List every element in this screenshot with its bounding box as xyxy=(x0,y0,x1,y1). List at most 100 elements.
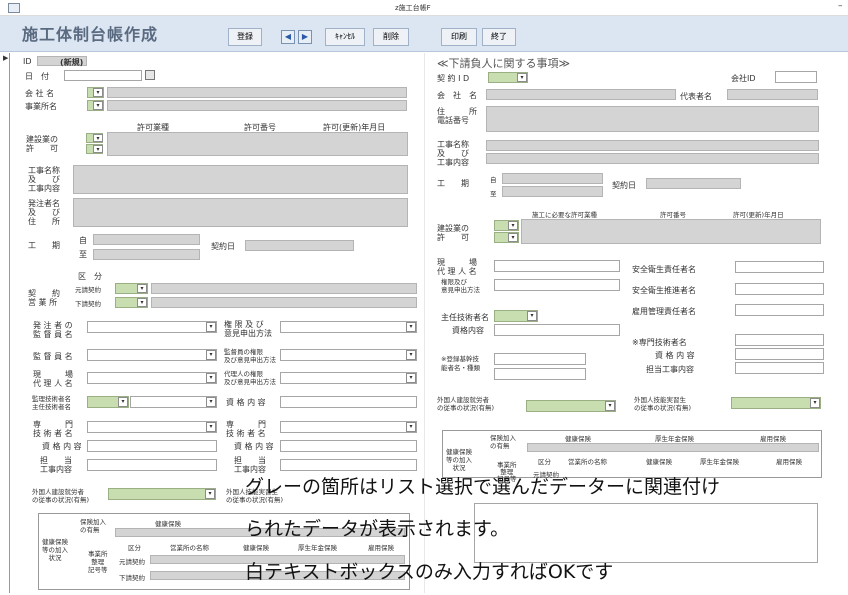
next-record-button[interactable]: ▶ xyxy=(298,30,312,44)
specialist-input-2[interactable] xyxy=(280,421,417,433)
safety-chief-label: 安全衛生責任者名 xyxy=(632,265,696,274)
print-button[interactable]: 印刷 xyxy=(441,28,477,46)
register-button[interactable]: 登録 xyxy=(228,28,262,46)
right-specialist-label: ※専門技術者名 xyxy=(632,338,687,347)
right-company-label: 会 社 名 xyxy=(437,91,477,100)
right-chief-engineer-label: 主任技術者名 xyxy=(441,313,489,322)
record-selector[interactable] xyxy=(2,53,10,593)
right-authority-input[interactable] xyxy=(494,279,620,291)
supervisor-auth-input[interactable] xyxy=(280,349,417,361)
charge-work-input-2[interactable] xyxy=(280,459,417,471)
contract-id-dropdown-icon[interactable]: ▾ xyxy=(517,73,527,82)
supervisor-dropdown-icon[interactable]: ▾ xyxy=(206,350,216,360)
registered-input-2[interactable] xyxy=(494,368,586,380)
site-agent-dropdown-icon[interactable]: ▾ xyxy=(206,373,216,383)
qualification-input[interactable] xyxy=(280,396,417,408)
right-qualification-input[interactable] xyxy=(494,324,620,336)
supervisor-input[interactable] xyxy=(87,349,217,361)
right-foreign-trainee-select[interactable] xyxy=(731,397,821,409)
right-chief-engineer-dropdown-icon[interactable]: ▾ xyxy=(527,311,537,321)
client-supervisor-input[interactable] xyxy=(87,321,217,333)
contract-shita-field xyxy=(151,297,417,308)
chief-engineer-dropdown-icon[interactable]: ▾ xyxy=(118,397,128,407)
office-label: 事業所名 xyxy=(25,102,57,111)
right-site-agent-input[interactable] xyxy=(494,260,620,272)
form-header: 施工体制台帳作成 登録 ◀ ▶ ｷｬﾝｾﾙ 削除 印刷 終了 xyxy=(0,16,848,52)
address-field xyxy=(486,106,819,132)
previous-record-button[interactable]: ◀ xyxy=(281,30,295,44)
right-contract-date-field xyxy=(646,178,741,189)
charge-work-input[interactable] xyxy=(87,459,217,471)
delete-button[interactable]: 削除 xyxy=(373,28,409,46)
remarks-input[interactable] xyxy=(474,503,818,563)
client-supervisor-label: 発 注 者 の 監 督 員 名 xyxy=(33,321,73,339)
period-label: 工 期 xyxy=(28,241,60,250)
specialist-dropdown-icon-2[interactable]: ▾ xyxy=(406,422,416,432)
employment-manager-input[interactable] xyxy=(735,304,824,316)
right-spec-work-label: 担当工事内容 xyxy=(646,365,694,374)
date-input[interactable] xyxy=(64,70,142,81)
period-to-label: 至 xyxy=(79,250,87,259)
contract-moto-dropdown-icon[interactable]: ▾ xyxy=(137,284,147,293)
id-value: (新規) xyxy=(60,58,84,67)
company-label: 会 社 名 xyxy=(25,89,55,98)
kubun-label: 区 分 xyxy=(78,272,102,281)
company-id-label: 会社ID xyxy=(731,74,756,83)
foreign-worker-dropdown-icon[interactable]: ▾ xyxy=(205,489,215,499)
right-ins-join-field xyxy=(527,443,819,452)
right-foreign-worker-select[interactable] xyxy=(526,400,616,412)
title-bar: z施工台帳F – xyxy=(0,0,848,16)
contract-office-label: 契 約 営 業 所 xyxy=(28,289,60,307)
minimize-button[interactable]: – xyxy=(838,1,843,11)
contract-id-label: 契 約 I D xyxy=(437,74,470,83)
foreign-worker-select[interactable] xyxy=(108,488,216,500)
company-dropdown-icon[interactable]: ▾ xyxy=(93,88,103,97)
authority-method-dropdown-icon[interactable]: ▾ xyxy=(406,322,416,332)
permit-dropdown-icon-2[interactable]: ▾ xyxy=(93,145,103,153)
right-to-label: 至 xyxy=(490,190,497,198)
right-permit-type-header: 施工に必要な許可業種 xyxy=(532,211,597,219)
work-label: 工事名称 及 び 工事内容 xyxy=(28,166,60,193)
registered-input-1[interactable] xyxy=(494,353,586,365)
right-foreign-worker-dropdown-icon[interactable]: ▾ xyxy=(605,401,615,411)
right-permit-dropdown-icon-2[interactable]: ▾ xyxy=(508,233,518,242)
company-id-input[interactable] xyxy=(775,71,817,83)
period-from-field xyxy=(93,234,200,245)
form-icon xyxy=(8,3,20,13)
calendar-icon[interactable] xyxy=(145,70,155,80)
permit-dropdown-icon-1[interactable]: ▾ xyxy=(93,134,103,142)
spec-qual-input[interactable] xyxy=(87,440,217,452)
supervisor-auth-dropdown-icon[interactable]: ▾ xyxy=(406,350,416,360)
client-supervisor-dropdown-icon[interactable]: ▾ xyxy=(206,322,216,332)
right-foreign-trainee-dropdown-icon[interactable]: ▾ xyxy=(810,398,820,408)
end-button[interactable]: 終了 xyxy=(482,28,516,46)
right-specialist-input[interactable] xyxy=(735,334,824,346)
site-agent-input[interactable] xyxy=(87,372,217,384)
right-ins-sub-employment: 雇用保険 xyxy=(776,458,802,466)
rep-name-field xyxy=(727,89,818,100)
specialist-dropdown-icon[interactable]: ▾ xyxy=(206,422,216,432)
chief-engineer-extra-input[interactable] xyxy=(130,396,217,408)
right-ins-col-employment: 雇用保険 xyxy=(760,435,786,443)
agent-auth-input[interactable] xyxy=(280,372,417,384)
chief-engineer-extra-dropdown-icon[interactable]: ▾ xyxy=(206,397,216,407)
agent-auth-dropdown-icon[interactable]: ▾ xyxy=(406,373,416,383)
address-label: 住 所 電話番号 xyxy=(437,107,477,125)
right-work-field-2 xyxy=(486,153,819,164)
spec-qual-input-2[interactable] xyxy=(280,440,417,452)
specialist-input[interactable] xyxy=(87,421,217,433)
right-site-agent-label: 現 場 代 理 人 名 xyxy=(437,258,477,276)
safety-promoter-input[interactable] xyxy=(735,283,824,295)
right-insurance-join-label: 保険加入 の有無 xyxy=(490,434,516,450)
office-dropdown-icon[interactable]: ▾ xyxy=(93,101,103,110)
right-spec-qual-input[interactable] xyxy=(735,348,824,360)
right-permit-dropdown-icon-1[interactable]: ▾ xyxy=(508,221,518,230)
authority-method-input[interactable] xyxy=(280,321,417,333)
right-ins-sub-pension: 厚生年金保険 xyxy=(700,458,739,466)
date-label: 日 付 xyxy=(25,72,49,81)
cancel-button[interactable]: ｷｬﾝｾﾙ xyxy=(325,28,365,46)
right-spec-work-input[interactable] xyxy=(735,362,824,374)
contract-date-field xyxy=(245,240,354,251)
safety-chief-input[interactable] xyxy=(735,261,824,273)
contract-shita-dropdown-icon[interactable]: ▾ xyxy=(137,298,147,307)
